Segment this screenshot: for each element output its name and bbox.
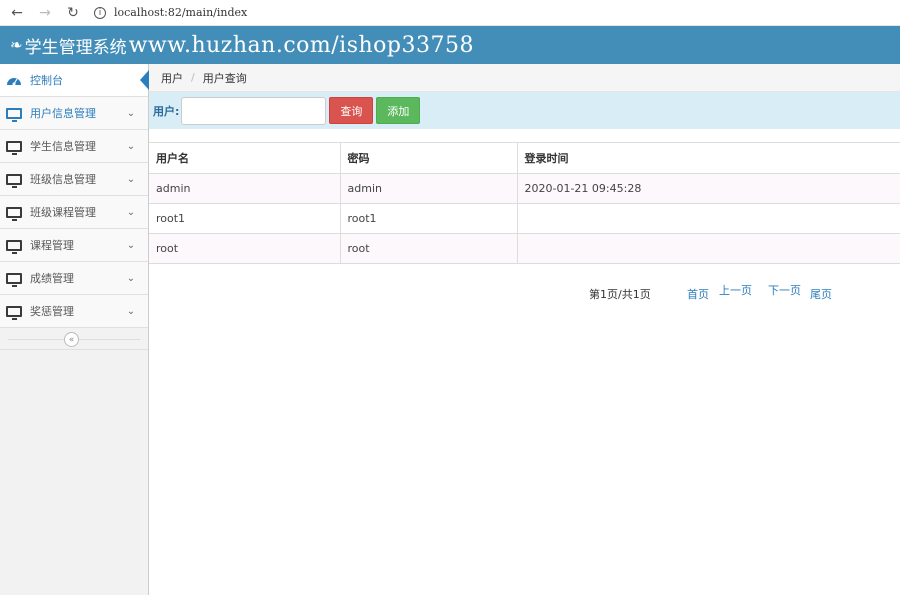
sidebar-item-label: 班级信息管理 — [30, 173, 96, 186]
app-title: 学生管理系统 — [24, 37, 127, 58]
table-row[interactable]: root root — [149, 233, 900, 264]
leaf-icon: ❧ — [10, 36, 23, 54]
table-row[interactable]: admin admin 2020-01-21 09:45:28 — [149, 173, 900, 204]
main-content: 用户 / 用户查询 用户: 查询 添加 用户名 密码 登录时间 admin ad… — [149, 64, 900, 595]
dashboard-icon — [5, 73, 23, 87]
monitor-icon — [5, 139, 23, 155]
address-bar[interactable]: i localhost:82/main/index — [94, 6, 247, 19]
sidebar-item-label: 奖惩管理 — [30, 305, 74, 318]
sidebar-item-label: 课程管理 — [30, 239, 74, 252]
sidebar-item-dashboard[interactable]: 控制台 — [0, 64, 149, 97]
sidebar-item-user-info[interactable]: 用户信息管理 ⌄ — [0, 97, 148, 130]
cell-username: admin — [149, 173, 341, 204]
chevron-down-icon[interactable]: ⌄ — [124, 306, 138, 317]
info-icon[interactable]: i — [94, 6, 106, 19]
cell-username: root — [149, 233, 341, 264]
page-info: 第1页/共1页 — [589, 288, 651, 301]
pagination: 第1页/共1页 首页 上一页 下一页 尾页 — [149, 283, 900, 303]
breadcrumb-item-user-query: 用户查询 — [202, 71, 247, 85]
monitor-icon — [5, 304, 23, 320]
search-bar: 用户: 查询 添加 — [149, 92, 900, 129]
sidebar-item-grades[interactable]: 成绩管理 ⌄ — [0, 262, 148, 295]
url-text[interactable]: localhost:82/main/index — [114, 6, 247, 19]
app-header: ❧ 学生管理系统 www.huzhan.com/ishop33758 — [0, 26, 900, 64]
sidebar-item-label: 用户信息管理 — [30, 107, 96, 120]
forward-arrow-icon[interactable]: → — [34, 2, 56, 24]
watermark-text: www.huzhan.com/ishop33758 — [128, 32, 474, 58]
breadcrumb: 用户 / 用户查询 — [149, 64, 900, 92]
chevron-down-icon[interactable]: ⌄ — [124, 108, 138, 119]
chevron-down-icon[interactable]: ⌄ — [124, 240, 138, 251]
chevron-down-icon[interactable]: ⌄ — [124, 174, 138, 185]
table-row[interactable]: root1 root1 — [149, 203, 900, 234]
cell-username: root1 — [149, 203, 341, 234]
sidebar-item-student-info[interactable]: 学生信息管理 ⌄ — [0, 130, 148, 163]
column-header-password: 密码 — [339, 142, 518, 174]
monitor-icon — [5, 271, 23, 287]
search-label: 用户: — [153, 104, 180, 118]
chevron-down-icon[interactable]: ⌄ — [124, 273, 138, 284]
column-header-login-time: 登录时间 — [516, 142, 900, 174]
table-header-row: 用户名 密码 登录时间 — [149, 142, 900, 174]
sidebar-item-class-info[interactable]: 班级信息管理 ⌄ — [0, 163, 148, 196]
sidebar-item-course[interactable]: 课程管理 ⌄ — [0, 229, 148, 262]
browser-toolbar: ← → ↻ i localhost:82/main/index — [0, 0, 900, 26]
sidebar-item-label: 成绩管理 — [30, 272, 74, 285]
breadcrumb-item-user[interactable]: 用户 — [161, 70, 183, 86]
column-header-username: 用户名 — [149, 142, 341, 174]
sidebar-item-rewards[interactable]: 奖惩管理 ⌄ — [0, 295, 148, 328]
monitor-icon — [5, 238, 23, 254]
user-table: 用户名 密码 登录时间 admin admin 2020-01-21 09:45… — [149, 142, 900, 264]
sidebar-item-label: 班级课程管理 — [30, 206, 96, 219]
sidebar-item-class-course[interactable]: 班级课程管理 ⌄ — [0, 196, 148, 229]
prev-page-link[interactable]: 上一页 — [719, 282, 752, 298]
cell-login-time — [516, 203, 900, 234]
query-button[interactable]: 查询 — [329, 97, 374, 124]
sidebar-collapse: « — [0, 328, 148, 350]
user-search-input[interactable] — [181, 96, 327, 125]
sidebar-item-label: 控制台 — [30, 74, 63, 87]
cell-login-time — [516, 233, 900, 264]
sidebar-item-label: 学生信息管理 — [30, 140, 96, 153]
first-page-link[interactable]: 首页 — [687, 286, 709, 302]
reload-icon[interactable]: ↻ — [62, 2, 84, 24]
cell-login-time: 2020-01-21 09:45:28 — [516, 173, 900, 204]
last-page-link[interactable]: 尾页 — [810, 286, 832, 302]
cell-password: root1 — [339, 203, 518, 234]
chevron-down-icon[interactable]: ⌄ — [124, 207, 138, 218]
sidebar: 控制台 用户信息管理 ⌄ 学生信息管理 ⌄ 班级信息管理 ⌄ 班级课程管理 ⌄ … — [0, 64, 149, 595]
monitor-icon — [5, 205, 23, 221]
breadcrumb-separator: / — [191, 71, 195, 84]
chevron-down-icon[interactable]: ⌄ — [124, 141, 138, 152]
monitor-icon — [5, 106, 23, 122]
cell-password: root — [339, 233, 518, 264]
cell-password: admin — [339, 173, 518, 204]
double-chevron-left-icon[interactable]: « — [64, 332, 79, 347]
add-button[interactable]: 添加 — [376, 97, 421, 124]
brand[interactable]: ❧ 学生管理系统 — [10, 33, 127, 58]
monitor-icon — [5, 172, 23, 188]
back-arrow-icon[interactable]: ← — [6, 2, 28, 24]
next-page-link[interactable]: 下一页 — [768, 282, 801, 298]
